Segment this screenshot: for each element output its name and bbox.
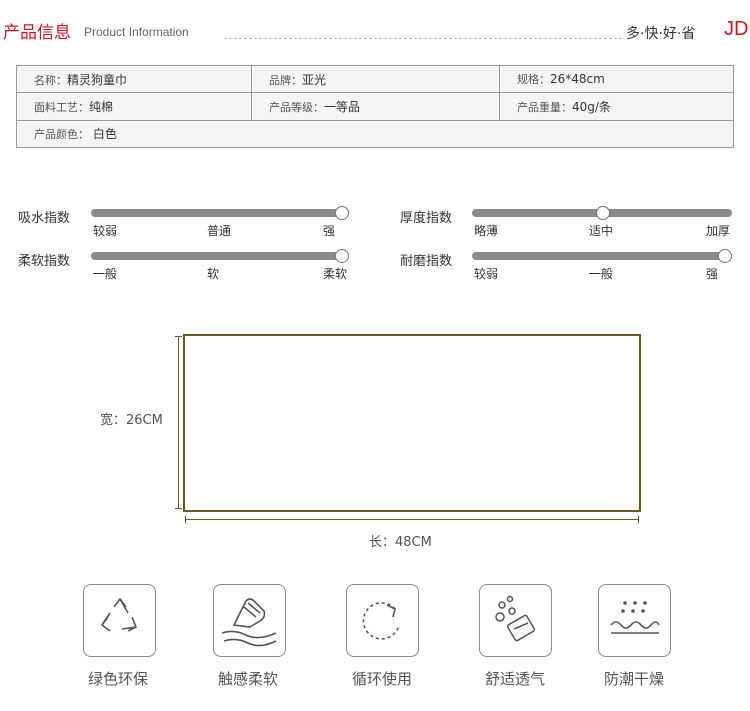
rating-tick-label: 较弱	[93, 224, 118, 238]
section-subtitle: Product Information	[84, 25, 189, 39]
material-value: 纯棉	[89, 99, 114, 114]
rating-knob	[596, 206, 610, 220]
rating-tick-label: 一般	[93, 267, 118, 281]
rating-label: 柔软指数	[18, 254, 71, 269]
cycle-icon	[346, 584, 419, 657]
info-cell-material: 面料工艺：纯棉	[16, 92, 252, 121]
rating-label: 厚度指数	[400, 211, 453, 226]
rating-track	[472, 252, 732, 260]
brand-value: 亚光	[302, 72, 327, 87]
rating-knob	[335, 249, 349, 263]
breathable-icon	[479, 584, 552, 657]
brand-label: 品牌：	[269, 73, 302, 87]
feature-label: 舒适透气	[484, 670, 545, 688]
feature-label: 循环使用	[351, 670, 412, 688]
info-cell-name: 名称：精灵狗童巾	[16, 64, 252, 94]
material-label: 面料工艺：	[34, 100, 89, 114]
table-row: 名称：精灵狗童巾 品牌：亚光 规格：26*48cm	[16, 64, 734, 94]
rating-track	[91, 252, 349, 260]
moisture-proof-icon	[598, 584, 671, 657]
length-dimension-cap	[185, 516, 186, 523]
name-label: 名称：	[34, 73, 67, 87]
rating-tick-label: 适中	[589, 224, 614, 238]
spec-label: 规格：	[517, 73, 550, 87]
table-row: 产品颜色： 白色	[16, 119, 734, 149]
rating-label: 耐磨指数	[400, 254, 453, 269]
info-cell-weight: 产品重量：40g/条	[499, 92, 734, 121]
feature-label: 触感柔软	[217, 670, 278, 688]
section-title: 产品信息	[3, 23, 71, 43]
recycle-icon	[83, 584, 156, 657]
rating-label: 吸水指数	[18, 211, 71, 226]
rating-tick-label: 强	[706, 267, 719, 281]
width-dimension-cap	[175, 508, 182, 509]
width-dimension-line	[178, 336, 179, 509]
length-label: 长：48CM	[369, 535, 432, 550]
info-cell-grade: 产品等级：一等品	[251, 92, 500, 121]
rating-tick-label: 柔软	[323, 267, 348, 281]
rating-tick-label: 较弱	[474, 267, 499, 281]
brand-logo: JD	[724, 18, 749, 40]
brand-slogan: 多·快·好·省	[626, 26, 696, 42]
header-divider	[224, 38, 622, 39]
feature-label: 绿色环保	[87, 670, 148, 688]
length-dimension-cap	[638, 516, 639, 523]
rating-tick-label: 强	[323, 224, 336, 238]
spec-value: 26*48cm	[550, 72, 605, 87]
rating-track	[91, 209, 349, 217]
table-row: 面料工艺：纯棉 产品等级：一等品 产品重量：40g/条	[16, 92, 734, 121]
color-label: 产品颜色：	[34, 128, 89, 142]
length-dimension-line	[185, 519, 639, 520]
rating-tick-label: 普通	[207, 224, 232, 238]
weight-label: 产品重量：	[517, 100, 572, 114]
grade-label: 产品等级：	[269, 100, 324, 114]
color-value: 白色	[92, 127, 117, 142]
grade-value: 一等品	[324, 99, 361, 114]
info-cell-spec: 规格：26*48cm	[499, 64, 734, 94]
rating-tick-label: 略薄	[474, 224, 499, 238]
width-label: 宽：26CM	[100, 413, 163, 428]
feature-label: 防潮干燥	[603, 670, 664, 688]
rating-tick-label: 软	[207, 267, 220, 281]
rating-knob	[718, 249, 732, 263]
rating-tick-label: 一般	[589, 267, 614, 281]
weight-value: 40g/条	[572, 99, 611, 114]
soft-touch-icon	[213, 584, 286, 657]
rating-tick-label: 加厚	[706, 224, 731, 238]
info-cell-color: 产品颜色： 白色	[16, 119, 734, 149]
width-dimension-cap	[175, 336, 182, 337]
rating-knob	[335, 206, 349, 220]
name-value: 精灵狗童巾	[67, 72, 128, 87]
product-info-table: 名称：精灵狗童巾 品牌：亚光 规格：26*48cm 面料工艺：纯棉 产品等级：一…	[16, 64, 734, 149]
towel-outline	[183, 334, 641, 512]
info-cell-brand: 品牌：亚光	[251, 64, 500, 94]
